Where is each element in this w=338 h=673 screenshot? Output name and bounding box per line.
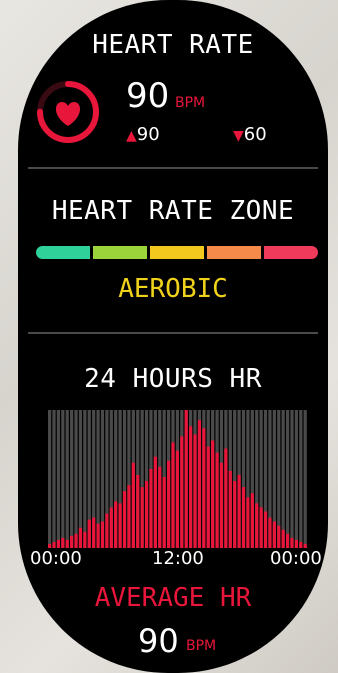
bar-track bbox=[56, 410, 61, 548]
hr-bar bbox=[263, 511, 268, 548]
hr-bar bbox=[193, 434, 197, 548]
hr-bar bbox=[219, 462, 224, 548]
hr-bar bbox=[61, 537, 65, 548]
bar-track bbox=[285, 410, 290, 548]
current-zone: AEROBIC bbox=[118, 274, 228, 304]
hr-bar bbox=[162, 476, 166, 548]
heart-icon bbox=[55, 102, 81, 126]
hr-bar bbox=[122, 491, 127, 548]
zone-segment-2 bbox=[93, 246, 147, 259]
hr-bar bbox=[211, 440, 215, 548]
hr-bar bbox=[92, 517, 96, 548]
hr-bar bbox=[87, 519, 91, 548]
hr-bar bbox=[96, 523, 100, 548]
history-title: 24 HOURS HR bbox=[84, 364, 262, 394]
heart-rate-ring bbox=[37, 81, 99, 143]
bar-track bbox=[70, 410, 74, 548]
down-triangle-icon: ▼ bbox=[233, 128, 244, 144]
hr-bar bbox=[118, 503, 122, 548]
hr-bar bbox=[158, 466, 162, 548]
hr-bar bbox=[114, 501, 118, 548]
hr-bar bbox=[202, 428, 206, 548]
hr-bar bbox=[285, 533, 290, 548]
hr-bar bbox=[175, 450, 180, 548]
bar-track bbox=[303, 410, 307, 548]
hr-bar bbox=[105, 513, 109, 548]
hr-bar bbox=[228, 470, 232, 548]
divider bbox=[28, 332, 318, 334]
hr-bar bbox=[233, 481, 237, 548]
zone-title: HEART RATE ZONE bbox=[51, 196, 295, 226]
hr-bar bbox=[56, 539, 61, 548]
tick-label-end: 00:00 bbox=[270, 548, 322, 569]
heart-rate-unit: BPM bbox=[175, 95, 206, 111]
bar-track bbox=[52, 410, 56, 548]
bar-track bbox=[48, 410, 52, 548]
bar-track bbox=[74, 410, 78, 548]
bar-track bbox=[78, 410, 83, 548]
hr-bar bbox=[171, 442, 175, 548]
hr-bar bbox=[184, 410, 188, 548]
zone-segment-5 bbox=[264, 246, 318, 259]
hr-bar bbox=[100, 521, 105, 548]
hr-bar bbox=[277, 525, 281, 548]
hr-histogram bbox=[48, 410, 307, 548]
hr-bar bbox=[127, 485, 131, 548]
bar-track bbox=[65, 410, 69, 548]
heart-rate-title: HEART RATE bbox=[92, 30, 254, 60]
up-triangle-icon: ▲ bbox=[126, 128, 137, 144]
hr-bar bbox=[109, 507, 113, 548]
hr-bar bbox=[272, 521, 276, 548]
bar-track bbox=[83, 410, 87, 548]
hr-bar bbox=[74, 533, 78, 548]
tick-label-start: 00:00 bbox=[30, 548, 82, 569]
hr-bar bbox=[78, 527, 83, 548]
min-heart-rate: ▼60 bbox=[233, 124, 267, 145]
hr-bar bbox=[131, 462, 135, 548]
bar-track bbox=[281, 410, 285, 548]
hr-bar bbox=[224, 448, 228, 548]
average-hr-value: 90 bbox=[138, 622, 179, 660]
hr-bar bbox=[197, 420, 202, 548]
max-heart-rate: ▲90 bbox=[126, 124, 160, 145]
heart-rate-value: 90 bbox=[126, 76, 170, 116]
zone-segment-4 bbox=[207, 246, 261, 259]
bar-track bbox=[290, 410, 294, 548]
watch-face: HEART RATE 90 BPM ▲90 ▼60 HEART RATE ZON… bbox=[18, 0, 328, 673]
average-hr-unit: BPM bbox=[186, 638, 217, 654]
hr-bar bbox=[206, 446, 210, 548]
zone-segment-3 bbox=[150, 246, 204, 259]
hr-bar bbox=[166, 460, 171, 548]
hr-bar bbox=[180, 436, 184, 548]
bar-track bbox=[294, 410, 298, 548]
hr-bar bbox=[237, 474, 241, 548]
hr-bar bbox=[153, 456, 157, 548]
hr-bar bbox=[140, 487, 144, 548]
hr-bar bbox=[294, 539, 298, 548]
hr-bar bbox=[144, 481, 149, 548]
hr-bar bbox=[268, 517, 272, 548]
zone-segment-1 bbox=[36, 246, 90, 259]
bar-track bbox=[61, 410, 65, 548]
hr-bar bbox=[136, 474, 140, 548]
zone-scale bbox=[36, 246, 318, 259]
hr-bar bbox=[281, 529, 285, 548]
average-hr-label: AVERAGE HR bbox=[94, 583, 252, 613]
hr-bar bbox=[259, 507, 263, 548]
divider bbox=[28, 167, 318, 169]
hr-bar bbox=[149, 468, 153, 548]
bar-track bbox=[299, 410, 303, 548]
hr-bar bbox=[83, 531, 87, 548]
hr-bar bbox=[246, 497, 250, 548]
hr-bar bbox=[241, 487, 246, 548]
hr-bar bbox=[290, 537, 294, 548]
hr-bar bbox=[215, 452, 219, 548]
hr-bar bbox=[189, 426, 193, 548]
tick-label-mid: 12:00 bbox=[152, 548, 204, 569]
hr-bar bbox=[250, 493, 254, 548]
hr-bar bbox=[70, 535, 74, 548]
hr-bar bbox=[65, 539, 69, 548]
hr-bar bbox=[255, 503, 259, 548]
